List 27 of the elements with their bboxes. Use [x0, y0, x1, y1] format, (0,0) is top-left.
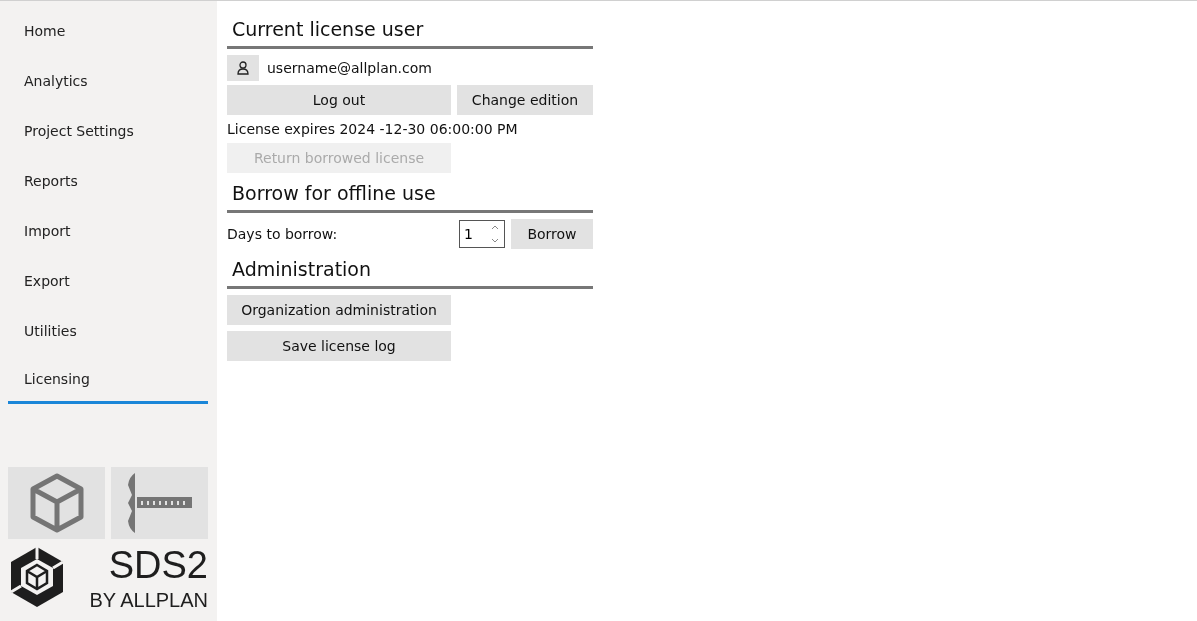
cube-tile-button[interactable] — [8, 467, 105, 539]
nav-item[interactable]: Import — [8, 206, 208, 256]
action-button[interactable]: Log out — [227, 85, 451, 115]
days-label: Days to borrow: — [227, 226, 339, 242]
ruler-tile-button[interactable] — [111, 467, 208, 539]
section-heading: Current license user — [227, 11, 593, 49]
nav-item[interactable]: Analytics — [8, 56, 208, 106]
user-icon — [227, 55, 259, 81]
admin-button[interactable]: Organization administration — [227, 295, 451, 325]
nav-item[interactable]: Reports — [8, 156, 208, 206]
nav-item[interactable]: Home — [8, 6, 208, 56]
section-heading: Administration — [227, 251, 593, 289]
admin-button[interactable]: Save license log — [227, 331, 451, 361]
product-name: SDS2 — [108, 545, 208, 585]
nav-item[interactable]: Export — [8, 256, 208, 306]
nav-item[interactable]: Utilities — [8, 306, 208, 356]
days-spinner[interactable]: 1 — [459, 220, 505, 248]
nav-item[interactable]: Project Settings — [8, 106, 208, 156]
product-tagline: BY ALLPLAN — [89, 588, 208, 613]
license-expiry: License expires 2024 -12-30 06:00:00 PM — [227, 121, 519, 137]
logo-icon — [8, 545, 66, 609]
user-email: username@allplan.com — [267, 60, 432, 76]
section-heading: Borrow for offline use — [227, 175, 593, 213]
borrow-button[interactable]: Borrow — [511, 219, 593, 249]
ruler-icon — [125, 471, 194, 535]
nav-item[interactable]: Licensing — [8, 356, 208, 404]
action-button[interactable]: Change edition — [457, 85, 593, 115]
